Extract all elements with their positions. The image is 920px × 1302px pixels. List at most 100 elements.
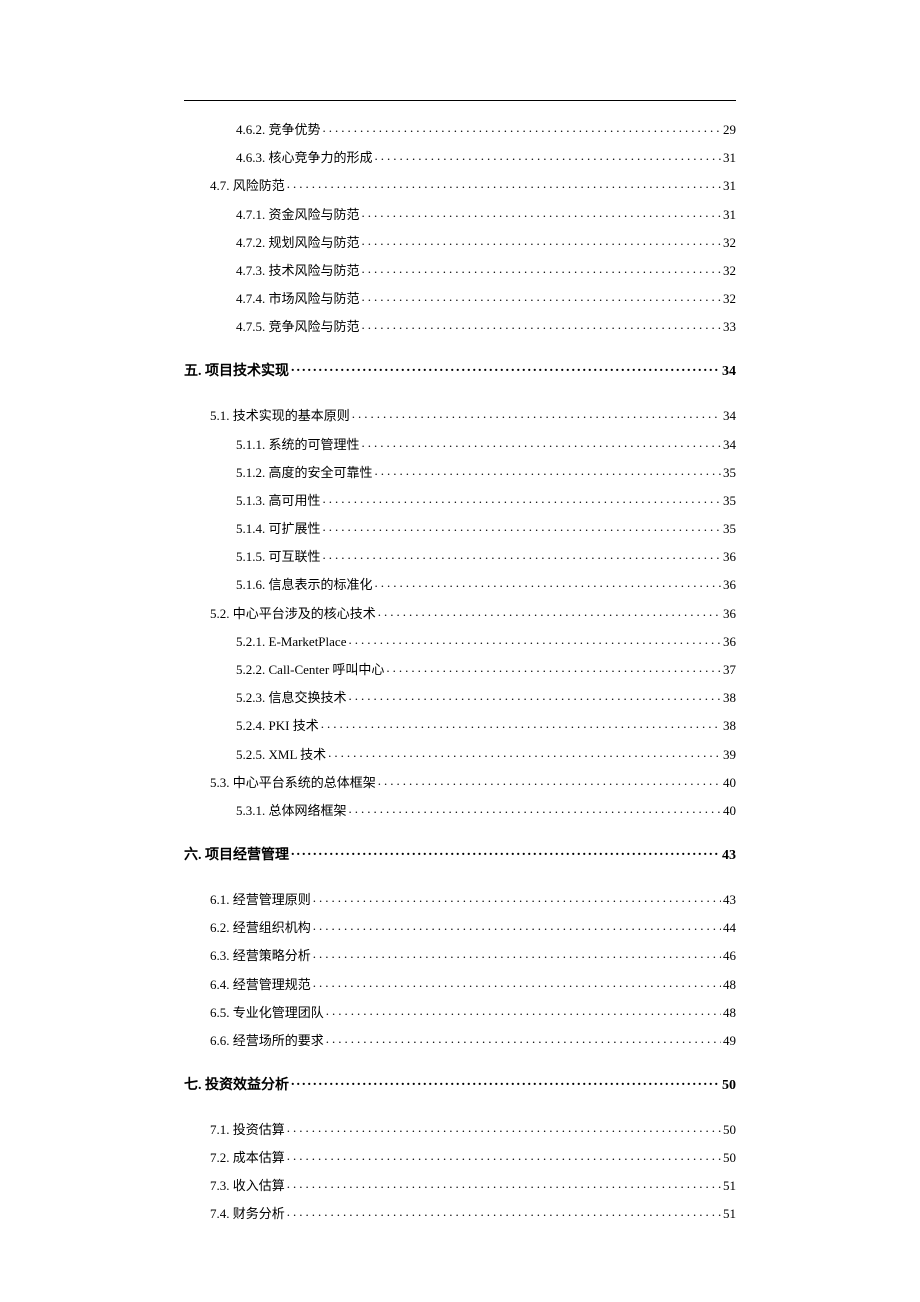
toc-entry-page: 44 xyxy=(723,921,736,934)
toc-entry-title: 6.1. 经营管理原则 xyxy=(210,893,311,906)
toc-leader-dots xyxy=(313,919,721,932)
toc-leader-dots xyxy=(362,290,721,303)
toc-entry-page: 51 xyxy=(723,1179,736,1192)
toc-leader-dots xyxy=(323,121,721,134)
toc-entry-page: 31 xyxy=(723,151,736,164)
toc-entry[interactable]: 5.1.5. 可互联性36 xyxy=(184,548,736,563)
toc-entry-page: 32 xyxy=(723,292,736,305)
toc-entry-page: 34 xyxy=(723,438,736,451)
toc-entry-title: 5.2.2. Call-Center 呼叫中心 xyxy=(236,663,384,676)
toc-leader-dots xyxy=(362,234,721,247)
toc-entry-page: 32 xyxy=(723,264,736,277)
toc-entry[interactable]: 七. 投资效益分析50 xyxy=(184,1075,736,1093)
toc-leader-dots xyxy=(313,976,721,989)
toc-entry[interactable]: 6.1. 经营管理原则 43 xyxy=(184,891,736,906)
toc-entry-title: 4.7.2. 规划风险与防范 xyxy=(236,236,360,249)
toc-entry-page: 31 xyxy=(723,179,736,192)
toc-entry-title: 5.1.2. 高度的安全可靠性 xyxy=(236,466,373,479)
toc-entry[interactable]: 5.3. 中心平台系统的总体框架40 xyxy=(184,774,736,789)
toc-entry[interactable]: 4.7. 风险防范 31 xyxy=(184,177,736,192)
toc-entry[interactable]: 4.7.5. 竞争风险与防范 33 xyxy=(184,318,736,333)
toc-entry[interactable]: 7.1. 投资估算50 xyxy=(184,1121,736,1136)
toc-entry-page: 35 xyxy=(723,494,736,507)
toc-entry-page: 32 xyxy=(723,236,736,249)
toc-entry-title: 5.2.4. PKI 技术 xyxy=(236,719,319,732)
toc-entry-title: 5.2.3. 信息交换技术 xyxy=(236,691,347,704)
toc-leader-dots xyxy=(287,1121,721,1134)
toc-entry[interactable]: 4.6.3. 核心竞争力的形成 31 xyxy=(184,149,736,164)
toc-leader-dots xyxy=(321,717,721,730)
toc-entry-title: 4.6.2. 竞争优势 xyxy=(236,123,321,136)
toc-entry-title: 4.7. 风险防范 xyxy=(210,179,285,192)
toc-entry-page: 33 xyxy=(723,320,736,333)
toc-entry[interactable]: 六. 项目经营管理43 xyxy=(184,845,736,863)
toc-entry[interactable]: 5.2.3. 信息交换技术 38 xyxy=(184,689,736,704)
toc-leader-dots xyxy=(291,361,720,375)
toc-leader-dots xyxy=(362,436,721,449)
toc-entry-page: 35 xyxy=(723,522,736,535)
toc-leader-dots xyxy=(349,689,721,702)
toc-entry-page: 36 xyxy=(723,607,736,620)
toc-leader-dots xyxy=(313,891,721,904)
toc-entry-page: 37 xyxy=(723,663,736,676)
toc-entry-page: 43 xyxy=(723,893,736,906)
toc-entry-title: 7.4. 财务分析 xyxy=(210,1207,285,1220)
toc-entry[interactable]: 5.3.1. 总体网络框架40 xyxy=(184,802,736,817)
toc-leader-dots xyxy=(323,492,721,505)
toc-entry-page: 38 xyxy=(723,719,736,732)
toc-entry-page: 40 xyxy=(723,804,736,817)
toc-entry[interactable]: 5.2.2. Call-Center 呼叫中心 37 xyxy=(184,661,736,676)
toc-entry[interactable]: 5.2. 中心平台涉及的核心技术36 xyxy=(184,605,736,620)
toc-entry[interactable]: 4.7.3. 技术风险与防范 32 xyxy=(184,262,736,277)
toc-entry[interactable]: 5.2.4. PKI 技术 38 xyxy=(184,717,736,732)
toc-entry-title: 5.1. 技术实现的基本原则 xyxy=(210,409,350,422)
toc-entry[interactable]: 5.2.1. E-MarketPlace36 xyxy=(184,633,736,648)
toc-entry[interactable]: 4.6.2. 竞争优势 29 xyxy=(184,121,736,136)
toc-entry-page: 51 xyxy=(723,1207,736,1220)
toc-entry[interactable]: 5.1.2. 高度的安全可靠性35 xyxy=(184,464,736,479)
toc-entry-title: 6.6. 经营场所的要求 xyxy=(210,1034,324,1047)
toc-leader-dots xyxy=(362,262,721,275)
toc-leader-dots xyxy=(378,605,721,618)
toc-entry[interactable]: 6.5. 专业化管理团队48 xyxy=(184,1004,736,1019)
toc-leader-dots xyxy=(375,576,721,589)
toc-entry[interactable]: 7.3. 收入估算51 xyxy=(184,1177,736,1192)
toc-leader-dots xyxy=(386,661,721,674)
toc-entry[interactable]: 五. 项目技术实现 34 xyxy=(184,361,736,379)
toc-entry-page: 49 xyxy=(723,1034,736,1047)
toc-entry[interactable]: 4.7.2. 规划风险与防范 32 xyxy=(184,234,736,249)
toc-entry[interactable]: 7.2. 成本估算 50 xyxy=(184,1149,736,1164)
toc-entry-title: 4.7.3. 技术风险与防范 xyxy=(236,264,360,277)
toc-entry[interactable]: 6.4. 经营管理规范48 xyxy=(184,976,736,991)
toc-entry[interactable]: 5.1.3. 高可用性 35 xyxy=(184,492,736,507)
toc-entry[interactable]: 5.2.5. XML 技术39 xyxy=(184,746,736,761)
toc-entry-page: 50 xyxy=(723,1151,736,1164)
toc-entry[interactable]: 5.1.1. 系统的可管理性34 xyxy=(184,436,736,451)
toc-entry[interactable]: 4.7.1. 资金风险与防范31 xyxy=(184,206,736,221)
toc-leader-dots xyxy=(375,464,721,477)
toc-entry-page: 34 xyxy=(722,365,736,379)
toc-entry[interactable]: 4.7.4. 市场风险与防范32 xyxy=(184,290,736,305)
toc-entry[interactable]: 6.6. 经营场所的要求 49 xyxy=(184,1032,736,1047)
toc-entry[interactable]: 5.1.6. 信息表示的标准化36 xyxy=(184,576,736,591)
toc-leader-dots xyxy=(326,1032,721,1045)
toc-entry-title: 4.6.3. 核心竞争力的形成 xyxy=(236,151,373,164)
toc-entry-title: 5.1.3. 高可用性 xyxy=(236,494,321,507)
toc-leader-dots xyxy=(287,1177,721,1190)
toc-entry-title: 五. 项目技术实现 xyxy=(184,365,289,379)
toc-leader-dots xyxy=(352,407,721,420)
toc-entry[interactable]: 5.1.4. 可扩展性35 xyxy=(184,520,736,535)
toc-entry[interactable]: 6.2. 经营组织机构44 xyxy=(184,919,736,934)
toc-entry-page: 38 xyxy=(723,691,736,704)
toc-leader-dots xyxy=(287,177,721,190)
toc-leader-dots xyxy=(375,149,721,162)
toc-entry-title: 4.7.5. 竞争风险与防范 xyxy=(236,320,360,333)
toc-entry[interactable]: 7.4. 财务分析 51 xyxy=(184,1205,736,1220)
toc-leader-dots xyxy=(287,1205,721,1218)
toc-entry-page: 39 xyxy=(723,748,736,761)
toc-entry-page: 29 xyxy=(723,123,736,136)
toc-entry[interactable]: 5.1. 技术实现的基本原则34 xyxy=(184,407,736,422)
toc-entry-title: 7.2. 成本估算 xyxy=(210,1151,285,1164)
toc-entry[interactable]: 6.3. 经营策略分析46 xyxy=(184,947,736,962)
toc-entry-page: 36 xyxy=(723,550,736,563)
